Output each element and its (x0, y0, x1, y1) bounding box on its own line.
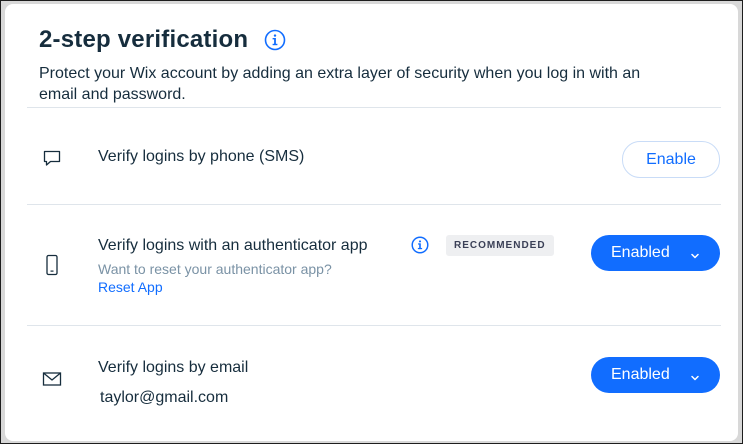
method-row-sms: Verify logins by phone (SMS) Enable (5, 108, 738, 204)
reset-prompt-text: Want to reset your authenticator app? (98, 261, 332, 277)
enable-sms-button[interactable]: Enable (622, 141, 720, 178)
chat-bubble-icon (41, 148, 63, 168)
method-row-authenticator: Verify logins with an authenticator app … (5, 205, 738, 325)
window-frame: 2-step verification Protect your Wix acc… (0, 0, 743, 444)
info-circle-icon[interactable] (264, 29, 286, 51)
authenticator-enabled-dropdown[interactable]: Enabled (591, 235, 720, 271)
authenticator-enabled-label: Enabled (611, 244, 670, 261)
method-row-email: Verify logins by email taylor@gmail.com … (5, 326, 738, 436)
email-address: taylor@gmail.com (100, 389, 229, 406)
email-enabled-dropdown[interactable]: Enabled (591, 357, 720, 393)
reset-app-link[interactable]: Reset App (98, 279, 163, 295)
two-step-verification-card: 2-step verification Protect your Wix acc… (5, 4, 738, 441)
section-header: 2-step verification Protect your Wix acc… (39, 26, 718, 105)
chevron-down-icon (690, 248, 700, 266)
envelope-icon (41, 371, 63, 387)
method-label-sms: Verify logins by phone (SMS) (98, 148, 305, 165)
chevron-down-icon (690, 370, 700, 388)
method-label-email: Verify logins by email (98, 359, 249, 376)
method-label-authenticator: Verify logins with an authenticator app (98, 237, 368, 254)
section-title: 2-step verification (39, 26, 249, 53)
info-circle-icon[interactable] (411, 236, 429, 254)
recommended-badge: RECOMMENDED (446, 235, 554, 256)
title-row: 2-step verification (39, 26, 718, 54)
section-description: Protect your Wix account by adding an ex… (39, 65, 641, 103)
smartphone-icon (41, 254, 63, 276)
email-enabled-label: Enabled (611, 366, 670, 383)
